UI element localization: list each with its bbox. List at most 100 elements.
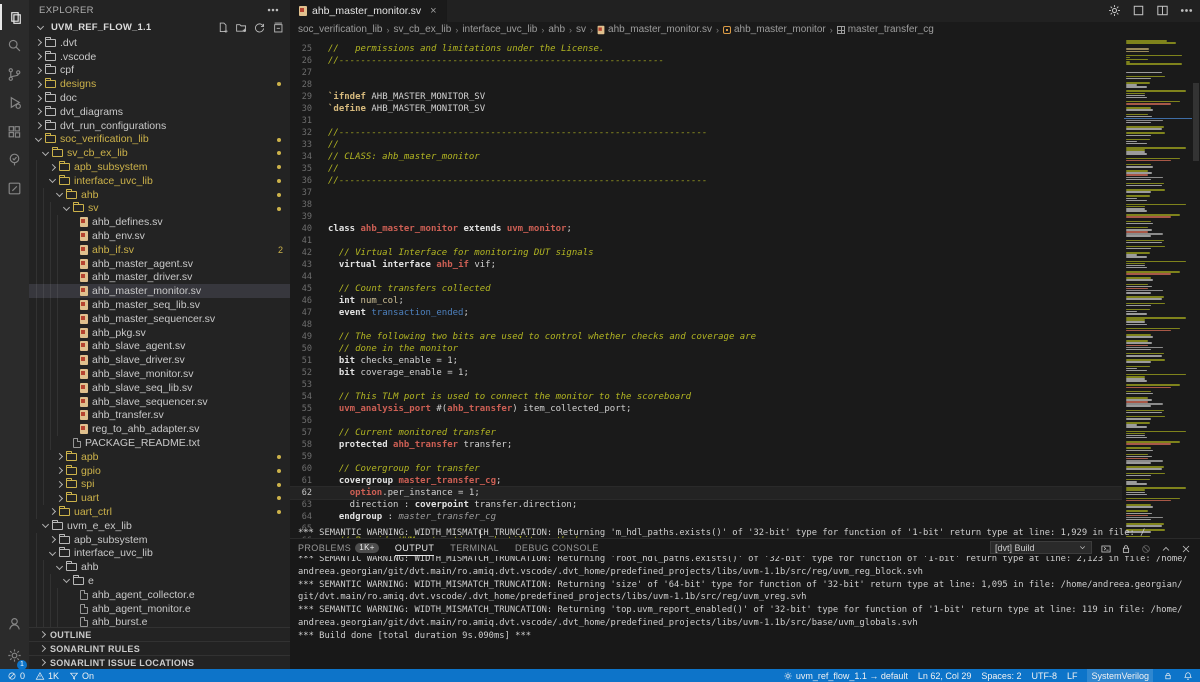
tree-folder-e[interactable]: e xyxy=(29,574,290,588)
tree-folder-interface_uvc_lib[interactable]: interface_uvc_lib xyxy=(29,174,290,188)
tree-file-ahb_master_driver.sv[interactable]: ahb_master_driver.sv xyxy=(29,271,290,285)
tree-file-ahb_slave_agent.sv[interactable]: ahb_slave_agent.sv xyxy=(29,340,290,354)
split-editor-icon[interactable] xyxy=(1155,3,1170,18)
warnings-status[interactable]: 1K xyxy=(35,671,59,681)
editor-scrollbar[interactable] xyxy=(1192,37,1200,538)
clear-output-icon[interactable] xyxy=(1140,542,1152,554)
tree-file-ahb_agent_collector.e[interactable]: ahb_agent_collector.e xyxy=(29,588,290,602)
tree-folder-.dvt[interactable]: .dvt xyxy=(29,36,290,50)
editor-lock-status[interactable] xyxy=(1163,671,1173,681)
panel-tab-terminal[interactable]: TERMINAL xyxy=(450,539,499,556)
maximize-panel-icon[interactable] xyxy=(1160,542,1172,554)
settings-gear-button[interactable]: 1 xyxy=(0,642,29,668)
dvt-editor-icon[interactable] xyxy=(0,175,29,201)
source-control-icon[interactable] xyxy=(0,61,29,87)
tree-folder-doc[interactable]: doc xyxy=(29,91,290,105)
encoding-status[interactable]: UTF-8 xyxy=(1031,671,1057,681)
tree-folder-apb_subsystem[interactable]: apb_subsystem xyxy=(29,160,290,174)
tree-folder-.vscode[interactable]: .vscode xyxy=(29,50,290,64)
tree-folder-designs[interactable]: designs xyxy=(29,77,290,91)
account-button[interactable] xyxy=(0,610,29,636)
tree-file-ahb_defines.sv[interactable]: ahb_defines.sv xyxy=(29,215,290,229)
search-icon[interactable] xyxy=(0,33,29,59)
breadcrumb-item-sv_cb_ex_lib[interactable]: sv_cb_ex_lib xyxy=(394,24,452,35)
tree-folder-uart[interactable]: uart xyxy=(29,491,290,505)
layout-icon[interactable] xyxy=(1131,3,1146,18)
section-sonarlint-rules[interactable]: SONARLINT RULES xyxy=(29,641,290,655)
breadcrumb-item-interface_uvc_lib[interactable]: interface_uvc_lib xyxy=(462,24,537,35)
close-panel-icon[interactable] xyxy=(1180,542,1192,554)
section-outline[interactable]: OUTLINE xyxy=(29,627,290,641)
more-actions-icon[interactable] xyxy=(1179,3,1194,18)
tree-file-ahb_master_sequencer.sv[interactable]: ahb_master_sequencer.sv xyxy=(29,312,290,326)
eol-status[interactable]: LF xyxy=(1067,671,1078,681)
tree-folder-gpio[interactable]: gpio xyxy=(29,464,290,478)
tree-folder-ahb[interactable]: ahb xyxy=(29,560,290,574)
output-channel-select[interactable]: [dvt] Build xyxy=(990,541,1092,554)
breadcrumb-item-sv[interactable]: sv xyxy=(576,24,586,35)
tree-folder-dvt_run_configurations[interactable]: dvt_run_configurations xyxy=(29,119,290,133)
tab-ahb-master-monitor[interactable]: ahb_master_monitor.sv × xyxy=(290,0,447,22)
tree-file-ahb_master_agent.sv[interactable]: ahb_master_agent.sv xyxy=(29,257,290,271)
new-file-icon[interactable] xyxy=(217,21,230,34)
tree-file-ahb_master_monitor.sv[interactable]: ahb_master_monitor.sv xyxy=(29,284,290,298)
language-status[interactable]: SystemVerilog xyxy=(1087,669,1153,682)
panel-tab-output[interactable]: OUTPUT xyxy=(395,539,434,556)
tree-folder-uvm_e_ex_lib[interactable]: uvm_e_ex_lib xyxy=(29,519,290,533)
section-sonarlint-issue-locations[interactable]: SONARLINT ISSUE LOCATIONS xyxy=(29,655,290,669)
close-tab-icon[interactable]: × xyxy=(430,5,436,17)
tree-folder-spi[interactable]: spi xyxy=(29,478,290,492)
tree-file-reg_to_ahb_adapter.sv[interactable]: reg_to_ahb_adapter.sv xyxy=(29,422,290,436)
tree-file-ahb_agent_monitor.e[interactable]: ahb_agent_monitor.e xyxy=(29,602,290,616)
settings-gear-icon[interactable] xyxy=(1107,3,1122,18)
tree-folder-dvt_diagrams[interactable]: dvt_diagrams xyxy=(29,105,290,119)
filter-status[interactable]: On xyxy=(69,671,94,681)
tree-folder-cpf[interactable]: cpf xyxy=(29,64,290,78)
code-area[interactable]: 25// permissions and limitations under t… xyxy=(290,37,1200,538)
breadcrumb-item-soc_verification_lib[interactable]: soc_verification_lib xyxy=(298,24,383,35)
explorer-icon[interactable] xyxy=(0,4,29,30)
dvt-build-config-status[interactable]: uvm_ref_flow_1.1 → default xyxy=(783,671,908,681)
tree-folder-uart_ctrl[interactable]: uart_ctrl xyxy=(29,505,290,519)
run-debug-icon[interactable] xyxy=(0,90,29,116)
tree-folder-interface_uvc_lib[interactable]: interface_uvc_lib xyxy=(29,546,290,560)
breadcrumb-item-master_transfer_cg[interactable]: master_transfer_cg xyxy=(837,24,934,35)
tree-file-ahb_slave_monitor.sv[interactable]: ahb_slave_monitor.sv xyxy=(29,367,290,381)
tree-folder-sv_cb_ex_lib[interactable]: sv_cb_ex_lib xyxy=(29,146,290,160)
tree-file-ahb_pkg.sv[interactable]: ahb_pkg.sv xyxy=(29,326,290,340)
tree-folder-soc_verification_lib[interactable]: soc_verification_lib xyxy=(29,133,290,147)
indentation-status[interactable]: Spaces: 2 xyxy=(981,671,1021,681)
extensions-icon[interactable] xyxy=(0,118,29,144)
breadcrumb-item-ahb_master_monitor.sv[interactable]: ahb_master_monitor.sv xyxy=(597,24,712,35)
tree-file-ahb_env.sv[interactable]: ahb_env.sv xyxy=(29,229,290,243)
collapse-all-icon[interactable] xyxy=(271,21,284,34)
notifications-status[interactable] xyxy=(1183,671,1193,681)
views-more-actions-icon[interactable] xyxy=(266,3,280,17)
panel-tab-debug-console[interactable]: DEBUG CONSOLE xyxy=(515,539,599,556)
tree-file-ahb_slave_sequencer.sv[interactable]: ahb_slave_sequencer.sv xyxy=(29,395,290,409)
tree-file-PACKAGE_README.txt[interactable]: PACKAGE_README.txt xyxy=(29,436,290,450)
tree-folder-apb_subsystem[interactable]: apb_subsystem xyxy=(29,533,290,547)
tree-file-ahb_burst.e[interactable]: ahb_burst.e xyxy=(29,615,290,627)
breadcrumb-item-ahb[interactable]: ahb xyxy=(548,24,565,35)
tree-file-ahb_slave_seq_lib.sv[interactable]: ahb_slave_seq_lib.sv xyxy=(29,381,290,395)
tree-file-ahb_if.sv[interactable]: ahb_if.sv2 xyxy=(29,243,290,257)
new-folder-icon[interactable] xyxy=(235,21,248,34)
tree-folder-ahb[interactable]: ahb xyxy=(29,188,290,202)
tree-file-ahb_slave_driver.sv[interactable]: ahb_slave_driver.sv xyxy=(29,353,290,367)
panel-tab-problems[interactable]: PROBLEMS1K+ xyxy=(298,539,379,556)
cursor-position-status[interactable]: Ln 62, Col 29 xyxy=(918,671,972,681)
minimap[interactable] xyxy=(1124,40,1192,538)
refresh-explorer-icon[interactable] xyxy=(253,21,266,34)
workspace-section-header[interactable]: UVM_REF_FLOW_1.1 xyxy=(29,20,290,34)
breadcrumb-item-ahb_master_monitor[interactable]: ahb_master_monitor xyxy=(723,24,826,35)
tree-folder-apb[interactable]: apb xyxy=(29,450,290,464)
lock-scroll-icon[interactable] xyxy=(1120,542,1132,554)
tree-file-ahb_master_seq_lib.sv[interactable]: ahb_master_seq_lib.sv xyxy=(29,298,290,312)
scrollbar-handle[interactable] xyxy=(1193,83,1199,161)
sonarlint-icon[interactable] xyxy=(0,147,29,173)
errors-status[interactable]: 0 xyxy=(7,671,25,681)
tree-folder-sv[interactable]: sv xyxy=(29,202,290,216)
tree-file-ahb_transfer.sv[interactable]: ahb_transfer.sv xyxy=(29,409,290,423)
open-output-editor-icon[interactable] xyxy=(1100,542,1112,554)
